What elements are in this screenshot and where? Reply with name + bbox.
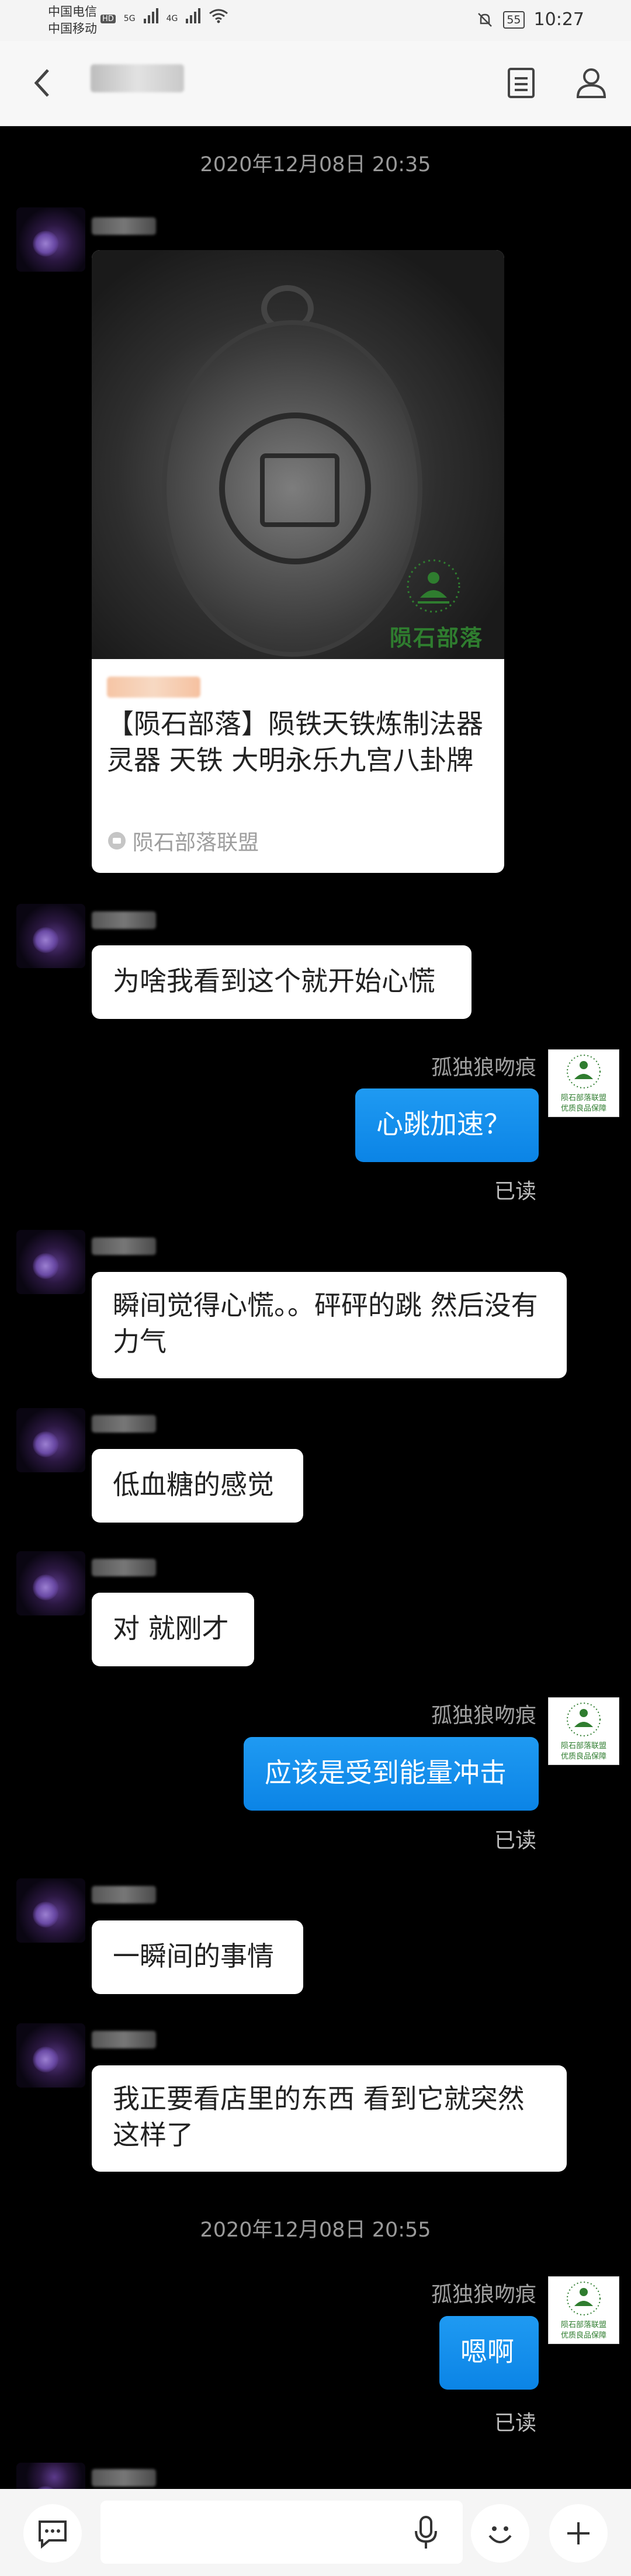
bell-off-icon (478, 12, 493, 27)
sender-name-blurred (92, 1886, 156, 1904)
message-bubble-incoming[interactable]: 对 就刚才 (92, 1593, 254, 1666)
message-bubble-incoming[interactable]: 一瞬间的事情 (92, 1920, 303, 1994)
message-bubble-outgoing[interactable]: 嗯啊 (439, 2316, 539, 2390)
my-name: 孤独狼吻痕 (431, 1056, 536, 1080)
status-right: 55 10:27 (476, 9, 584, 30)
buddha-logo-icon (567, 1703, 601, 1736)
sender-name-blurred (92, 2031, 156, 2048)
my-avatar-text-2: 优质良品保障 (560, 1104, 606, 1113)
message-bubble-incoming[interactable]: 我正要看店里的东西 看到它就突然这样了 (92, 2065, 567, 2172)
back-button[interactable] (23, 64, 61, 102)
person-icon (576, 68, 606, 98)
sender-name-blurred (92, 217, 156, 235)
my-avatar-text-1: 陨石部落联盟 (560, 2321, 606, 2329)
contact-avatar[interactable] (16, 1551, 85, 1615)
input-bar (0, 2489, 631, 2576)
buddha-logo-icon (567, 2282, 601, 2315)
chat-icon (39, 2520, 67, 2549)
profile-button[interactable] (573, 64, 610, 102)
hd-badge: HD (100, 15, 116, 23)
sender-name-blurred (92, 1415, 156, 1433)
sender-name-blurred (92, 911, 156, 929)
card-label-blurred (107, 677, 200, 698)
message-input[interactable] (100, 2501, 463, 2564)
my-avatar[interactable]: 陨石部落联盟 优质良品保障 (548, 2276, 619, 2344)
signal-bars-icon (143, 8, 158, 23)
my-avatar-text-2: 优质良品保障 (560, 1752, 606, 1761)
my-avatar-text-2: 优质良品保障 (560, 2331, 606, 2340)
smile-icon (488, 2526, 512, 2543)
emoji-button[interactable] (471, 2504, 529, 2563)
signal-indicators: HD 5G 4G (100, 8, 228, 23)
document-icon (508, 68, 535, 98)
message-bubble-outgoing[interactable]: 应该是受到能量冲击 (244, 1737, 539, 1811)
read-receipt: 已读 (494, 1829, 536, 1853)
my-avatar[interactable]: 陨石部落联盟 优质良品保障 (548, 1049, 619, 1117)
my-avatar[interactable]: 陨石部落联盟 优质良品保障 (548, 1697, 619, 1765)
chevron-left-icon (34, 69, 49, 97)
contact-name-blurred (91, 64, 184, 92)
my-name: 孤独狼吻痕 (431, 1704, 536, 1728)
plus-icon (567, 2522, 590, 2544)
my-avatar-text-1: 陨石部落联盟 (560, 1742, 606, 1750)
read-receipt: 已读 (494, 2411, 536, 2435)
timestamp: 2020年12月08日 20:35 (200, 153, 431, 176)
signal-bars-2-icon (186, 8, 201, 23)
status-bar: 中国电信 中国移动 HD 5G 4G 55 10:27 (0, 0, 631, 41)
contact-avatar[interactable] (16, 2463, 85, 2512)
contact-avatar[interactable] (16, 2023, 85, 2088)
plus-button[interactable] (549, 2504, 608, 2563)
product-image: 陨石部落 (92, 250, 504, 659)
chat-header (0, 41, 631, 126)
my-avatar-text-1: 陨石部落联盟 (560, 1094, 606, 1102)
card-source-label: 陨石部落联盟 (133, 831, 259, 855)
source-icon (108, 832, 126, 850)
contact-avatar[interactable] (16, 1408, 85, 1472)
contact-avatar[interactable] (16, 1230, 85, 1294)
message-bubble-outgoing[interactable]: 心跳加速？ (355, 1088, 539, 1162)
network-5g: 5G (123, 14, 136, 23)
carrier-2: 中国移动 (48, 22, 97, 36)
card-source: 陨石部落联盟 (107, 826, 259, 856)
microphone-icon (415, 2516, 437, 2549)
product-card[interactable]: 陨石部落 【陨石部落】陨铁天铁炼制法器灵器 天铁 大明永乐九宫八卦牌 陨石部落联… (92, 250, 504, 873)
my-name: 孤独狼吻痕 (431, 2283, 536, 2307)
carrier-1: 中国电信 (48, 5, 97, 19)
carrier-info: 中国电信 中国移动 (48, 4, 97, 37)
document-button[interactable] (502, 64, 540, 102)
sender-name-blurred (92, 1559, 156, 1576)
message-bubble-incoming[interactable]: 低血糖的感觉 (92, 1449, 303, 1523)
pendant-plaque (162, 320, 422, 657)
wifi-icon (209, 9, 228, 23)
chat-button[interactable] (23, 2504, 82, 2563)
contact-avatar[interactable] (16, 904, 85, 968)
buddha-logo-icon (567, 1055, 601, 1088)
brand-badge: 陨石部落 (390, 557, 483, 651)
battery-level: 55 (503, 11, 525, 29)
timestamp: 2020年12月08日 20:55 (200, 2218, 431, 2242)
read-receipt: 已读 (494, 1180, 536, 1204)
network-4g: 4G (166, 14, 178, 23)
sender-name-blurred (92, 2469, 156, 2487)
card-title: 【陨石部落】陨铁天铁炼制法器灵器 天铁 大明永乐九宫八卦牌 (107, 708, 483, 776)
buddha-logo-icon (407, 559, 460, 613)
message-bubble-incoming[interactable]: 为啥我看到这个就开始心慌 (92, 945, 471, 1019)
message-bubble-incoming[interactable]: 瞬间觉得心慌。。砰砰的跳 然后没有力气 (92, 1272, 567, 1378)
contact-avatar[interactable] (16, 1878, 85, 1943)
brand-badge-text: 陨石部落 (390, 625, 484, 651)
clock: 10:27 (533, 9, 584, 30)
contact-avatar[interactable] (16, 207, 85, 272)
voice-button[interactable] (412, 2515, 439, 2553)
sender-name-blurred (92, 1237, 156, 1255)
